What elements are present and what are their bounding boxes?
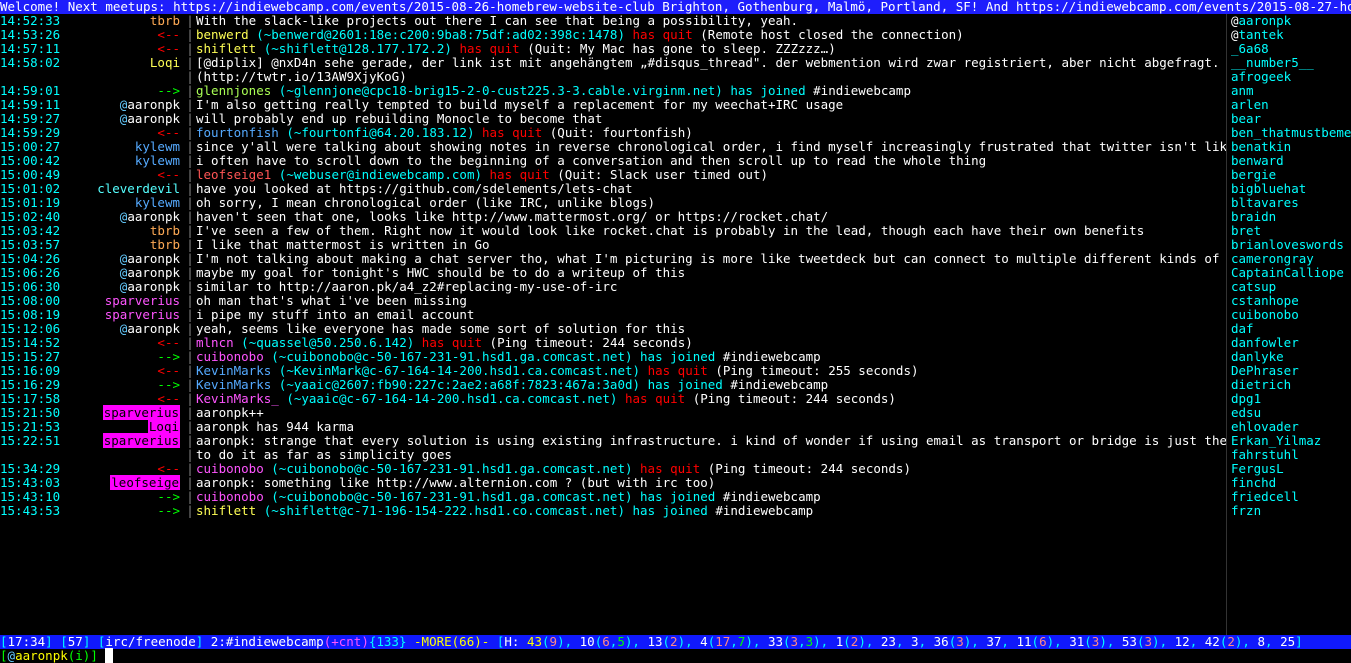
nick-list-item[interactable]: bltavares xyxy=(1231,196,1351,210)
nick-list-item[interactable]: _6a68 xyxy=(1231,42,1351,56)
nick-list-item[interactable]: danlyke xyxy=(1231,350,1351,364)
nick-list-item[interactable]: @aaronpk xyxy=(1231,14,1351,28)
nick-list-item[interactable]: friedcell xyxy=(1231,490,1351,504)
nick-list-item[interactable]: ben_thatmustbeme xyxy=(1231,126,1351,140)
cursor: _ xyxy=(105,648,113,663)
log-line: 15:02:40aaronpk|haven't seen that one, l… xyxy=(0,210,1226,224)
nick-list-item[interactable]: catsup xyxy=(1231,280,1351,294)
nick-list-item[interactable]: bergie xyxy=(1231,168,1351,182)
nick-list-item[interactable]: ehlovader xyxy=(1231,420,1351,434)
log-line: 15:01:02cleverdevil|have you looked at h… xyxy=(0,182,1226,196)
log-line: 15:16:09<--|KevinMarks (~KevinMark@c-67-… xyxy=(0,364,1226,378)
log-line: 15:12:06aaronpk|yeah, seems like everyon… xyxy=(0,322,1226,336)
nick-list[interactable]: @aaronpk@tantek _6a68 __number5__ afroge… xyxy=(1226,14,1351,635)
log-line: 14:59:01-->|glennjones (~glennjone@cpc18… xyxy=(0,84,1226,98)
log-line: 15:17:58<--|KevinMarks_ (~yaaic@c-67-164… xyxy=(0,392,1226,406)
log-line: 15:03:42tbrb|I've seen a few of them. Ri… xyxy=(0,224,1226,238)
log-line: 15:01:19kylewm|oh sorry, I mean chronolo… xyxy=(0,196,1226,210)
nick-list-item[interactable]: fahrstuhl xyxy=(1231,448,1351,462)
nick-list-item[interactable]: daf xyxy=(1231,322,1351,336)
log-line: 15:43:03leofseige|aaronpk: something lik… xyxy=(0,476,1226,490)
log-line: 15:03:57tbrb|I like that mattermost is w… xyxy=(0,238,1226,252)
nick-list-item[interactable]: benward xyxy=(1231,154,1351,168)
log-line: 15:00:27kylewm|since y'all were talking … xyxy=(0,140,1226,154)
log-line: 15:16:29-->|KevinMarks (~yaaic@2607:fb90… xyxy=(0,378,1226,392)
log-line: 15:08:00sparverius|oh man that's what i'… xyxy=(0,294,1226,308)
nick-list-item[interactable]: anm xyxy=(1231,84,1351,98)
log-line: 15:21:53Loqi|aaronpk has 944 karma xyxy=(0,420,1226,434)
nick-list-item[interactable]: bear xyxy=(1231,112,1351,126)
nick-list-item[interactable]: Erkan_Yilmaz xyxy=(1231,434,1351,448)
nick-list-item[interactable]: danfowler xyxy=(1231,336,1351,350)
log-line: 14:59:11aaronpk|I'm also getting really … xyxy=(0,98,1226,112)
nick-list-item[interactable]: bret xyxy=(1231,224,1351,238)
nick-list-item[interactable]: brianloveswords xyxy=(1231,238,1351,252)
log-line: 14:58:02Loqi|[@diplix] @nxD4n sehe gerad… xyxy=(0,56,1226,70)
nick-list-item[interactable]: cstanhope xyxy=(1231,294,1351,308)
nick-list-item[interactable]: benatkin xyxy=(1231,140,1351,154)
log-line: 14:53:26<--|benwerd (~benwerd@2601:18e:c… xyxy=(0,28,1226,42)
nick-list-item[interactable]: CaptainCalliope xyxy=(1231,266,1351,280)
nick-list-item[interactable]: finchd xyxy=(1231,476,1351,490)
log-line: 14:52:33tbrb|With the slack-like project… xyxy=(0,14,1226,28)
log-line: 15:22:51sparverius|aaronpk: strange that… xyxy=(0,434,1226,448)
nick-list-item[interactable]: FergusL xyxy=(1231,462,1351,476)
log-line: 15:00:49<--|leofseige1 (~webuser@indiewe… xyxy=(0,168,1226,182)
log-line: |to do it as far as simplicity goes xyxy=(0,448,1226,462)
input-bar[interactable]: [@aaronpk(i)] _ xyxy=(0,649,1351,663)
hotlist: [H: 43(9), 10(6,5), 13(2), 4(17,7), 33(3… xyxy=(497,635,1303,649)
nick-list-item[interactable]: camerongray xyxy=(1231,252,1351,266)
log-line: 15:06:30aaronpk|similar to http://aaron.… xyxy=(0,280,1226,294)
log-line: 15:08:19sparverius|i pipe my stuff into … xyxy=(0,308,1226,322)
log-line: 15:15:27-->|cuibonobo (~cuibonobo@c-50-1… xyxy=(0,350,1226,364)
log-line: |(http://twtr.io/13AW9XjyKoG) xyxy=(0,70,1226,84)
log-line: 15:00:42kylewm|i often have to scroll do… xyxy=(0,154,1226,168)
nick-list-item[interactable]: afrogeek xyxy=(1231,70,1351,84)
log-line: 15:21:50sparverius|aaronpk++ xyxy=(0,406,1226,420)
topic-bar: Welcome! Next meetups: https://indiewebc… xyxy=(0,0,1351,14)
nick-list-item[interactable]: braidn xyxy=(1231,210,1351,224)
nick-list-item[interactable]: DePhraser xyxy=(1231,364,1351,378)
nick-list-item[interactable]: __number5__ xyxy=(1231,56,1351,70)
nick-list-item[interactable]: edsu xyxy=(1231,406,1351,420)
log-line: 15:43:10-->|cuibonobo (~cuibonobo@c-50-1… xyxy=(0,490,1226,504)
nick-list-item[interactable]: arlen xyxy=(1231,98,1351,112)
nick-list-item[interactable]: @tantek xyxy=(1231,28,1351,42)
log-line: 15:06:26aaronpk|maybe my goal for tonigh… xyxy=(0,266,1226,280)
chat-log[interactable]: 14:52:33tbrb|With the slack-like project… xyxy=(0,14,1226,635)
log-line: 14:59:27aaronpk|will probably end up reb… xyxy=(0,112,1226,126)
nick-list-item[interactable]: dietrich xyxy=(1231,378,1351,392)
nick-list-item[interactable]: dpg1 xyxy=(1231,392,1351,406)
log-line: 15:14:52<--|mlncn (~quassel@50.250.6.142… xyxy=(0,336,1226,350)
log-line: 14:59:29<--|fourtonfish (~fourtonfi@64.2… xyxy=(0,126,1226,140)
nick-list-item[interactable]: frzn xyxy=(1231,504,1351,518)
log-line: 14:57:11<--|shiflett (~shiflett@128.177.… xyxy=(0,42,1226,56)
status-bar: [17:34] [57] [irc/freenode] 2:#indiewebc… xyxy=(0,635,1351,649)
log-line: 15:34:29<--|cuibonobo (~cuibonobo@c-50-1… xyxy=(0,462,1226,476)
log-line: 15:43:53-->|shiflett (~shiflett@c-71-196… xyxy=(0,504,1226,518)
log-line: 15:04:26aaronpk|I'm not talking about ma… xyxy=(0,252,1226,266)
nick-list-item[interactable]: cuibonobo xyxy=(1231,308,1351,322)
nick-list-item[interactable]: bigbluehat xyxy=(1231,182,1351,196)
